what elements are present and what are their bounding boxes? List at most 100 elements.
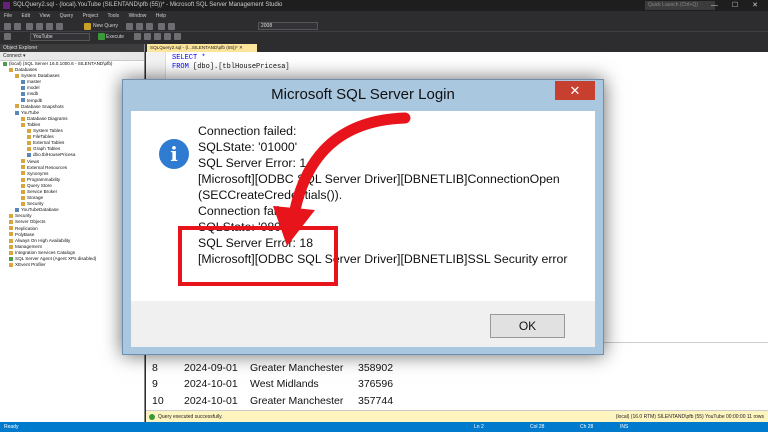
forward-icon[interactable] (14, 23, 21, 30)
tree-node-label: Databases (15, 67, 37, 73)
server-icon (3, 61, 7, 66)
price-cell: 357744 (358, 394, 394, 407)
tree-node-label: YouTubeDatabase (21, 207, 59, 213)
table-row[interactable]: 9 2024-10-01 West Midlands 376596 (146, 376, 546, 393)
ok-button[interactable]: OK (490, 314, 565, 338)
document-tab-strip: SQLQuery2.sql - (l...SILENTAND\pfb (55))… (146, 44, 768, 52)
code-line-2: FROM [dbo].[tblHousePricesa] (172, 63, 290, 71)
folder-icon (9, 214, 13, 219)
new-query-button[interactable]: New Query (93, 21, 118, 32)
tree-node-label: XEvent Profiler (15, 262, 46, 268)
select-keyword: SELECT * (172, 54, 206, 62)
menu-window[interactable]: Window (129, 13, 147, 19)
tree-node-label: Service Broker (27, 188, 58, 194)
price-cell: 358902 (358, 361, 394, 374)
server-icon (9, 256, 13, 261)
back-icon[interactable] (4, 23, 11, 30)
tree-node-label: Synonyms (27, 170, 49, 176)
folder-icon (9, 262, 13, 267)
window-controls[interactable]: — ☐ ✕ (711, 0, 764, 11)
connect-button[interactable]: Connect ▾ (0, 52, 144, 61)
dialog-title: Microsoft SQL Server Login (271, 86, 455, 103)
tree-node-label: SQL Server Agent (Agent XPs disabled) (15, 256, 97, 261)
execute-button[interactable]: Execute (106, 32, 124, 42)
status-ready: Ready (4, 424, 19, 430)
dialog-close-button[interactable]: ✕ (555, 81, 595, 100)
menu-view[interactable]: View (39, 13, 50, 19)
results-to-grid-icon[interactable] (154, 33, 161, 40)
database-icon (21, 80, 25, 85)
menu-query[interactable]: Query (60, 13, 74, 19)
date-cell: 2024-09-01 (184, 361, 238, 374)
tree-node-label: msdb (27, 91, 39, 97)
tree-node-label: Always On High Availability (15, 237, 71, 243)
folder-icon (21, 159, 25, 164)
display-plan-icon[interactable] (144, 33, 151, 40)
folder-icon (15, 73, 19, 78)
parse-icon[interactable] (134, 33, 141, 40)
tree-node-label: Database Diagrams (27, 115, 68, 121)
object-explorer-header: Object Explorer (0, 44, 144, 52)
query-status-bar: Query executed successfully. (local) (16… (146, 410, 768, 422)
tree-node-label: Integration Services Catalogs (15, 249, 76, 255)
status-insert-mode: INS (620, 424, 629, 430)
region-cell: Greater Manchester (250, 394, 344, 407)
from-keyword: FROM (172, 63, 189, 71)
copy-icon[interactable] (136, 23, 143, 30)
quick-launch-input[interactable]: Quick Launch (Ctrl+Q) (645, 1, 715, 10)
tree-node-label: FileTables (33, 134, 54, 140)
menu-tools[interactable]: Tools (108, 13, 120, 19)
standard-toolbar: New Query 2008 (0, 21, 768, 32)
tab-sqlquery2[interactable]: SQLQuery2.sql - (l...SILENTAND\pfb (55))… (147, 44, 257, 52)
menu-file[interactable]: File (4, 13, 12, 19)
folder-icon (27, 141, 31, 145)
row-number: 10 (152, 394, 164, 407)
indent-icon[interactable] (174, 33, 181, 40)
folder-icon (21, 122, 25, 127)
table-row[interactable]: 8 2024-09-01 Greater Manchester 358902 (146, 360, 546, 377)
new-file-icon[interactable] (26, 23, 33, 30)
tree-node-label: Programmability (27, 176, 61, 182)
tree-node-label: Security (15, 213, 32, 219)
object-explorer-icon[interactable] (4, 33, 11, 40)
folder-icon (21, 116, 25, 121)
tree-node-label: Graph Tables (33, 146, 61, 152)
date-cell: 2024-10-01 (184, 394, 238, 407)
new-query-icon[interactable] (84, 23, 91, 30)
folder-icon (9, 238, 13, 243)
folder-icon (21, 177, 25, 182)
ssms-app-icon (3, 2, 10, 9)
cut-icon[interactable] (126, 23, 133, 30)
folder-icon (21, 189, 25, 194)
red-highlight-box (178, 226, 338, 286)
region-cell: West Midlands (250, 378, 319, 390)
folder-icon (9, 67, 13, 72)
table-row[interactable]: 10 2024-10-01 Greater Manchester 357744 (146, 393, 546, 410)
comment-icon[interactable] (164, 33, 171, 40)
version-combo[interactable]: 2008 (258, 22, 318, 30)
save-all-icon[interactable] (56, 23, 63, 30)
folder-icon (15, 104, 19, 109)
success-check-icon (149, 414, 155, 420)
tree-node-label: Security (27, 201, 44, 207)
redo-icon[interactable] (168, 23, 175, 30)
folder-icon (21, 165, 25, 170)
menu-help[interactable]: Help (156, 13, 166, 19)
tree-node-label: Tables (27, 121, 41, 127)
folder-icon (27, 128, 31, 133)
folder-icon (21, 171, 25, 176)
database-icon (15, 208, 19, 213)
tree-node-label: YouTube (21, 109, 40, 115)
save-icon[interactable] (46, 23, 53, 30)
price-cell: 376596 (358, 378, 394, 390)
execute-icon[interactable] (98, 33, 105, 40)
open-file-icon[interactable] (36, 23, 43, 30)
menu-edit[interactable]: Edit (21, 13, 30, 19)
tree-node-label: dbo.tblHousePricesa (33, 152, 76, 158)
arrow-shaft (287, 112, 411, 226)
database-combo[interactable]: YouTube (30, 33, 90, 41)
menu-project[interactable]: Project (83, 13, 99, 19)
undo-icon[interactable] (158, 23, 165, 30)
paste-icon[interactable] (146, 23, 153, 30)
dialog-footer: OK (131, 301, 595, 347)
